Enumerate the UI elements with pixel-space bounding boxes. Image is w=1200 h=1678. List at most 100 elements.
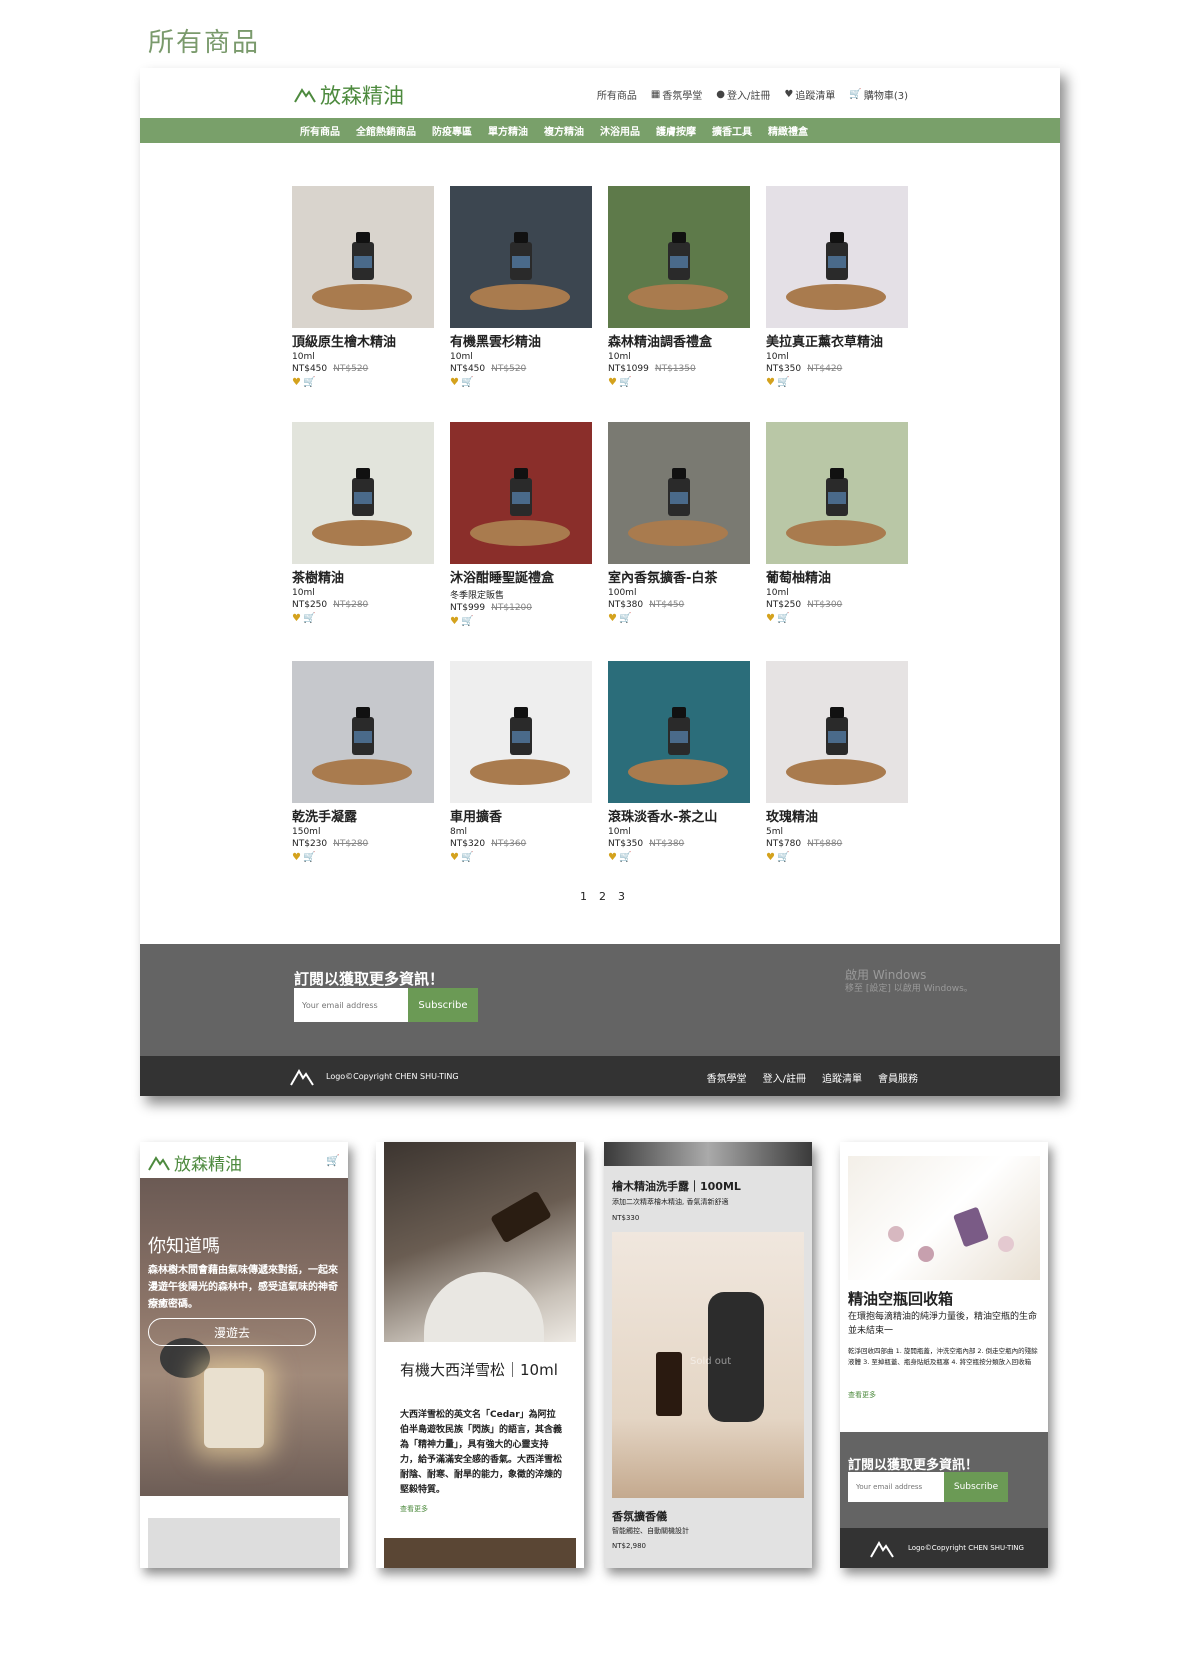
product-card[interactable]: 森林精油調香禮盒 10ml NT$1099 NT$1350 ♥ 🛒 <box>608 186 750 388</box>
top-link-cart[interactable]: 🛒 購物車(3) <box>849 87 908 102</box>
product-name[interactable]: 有機黑雲杉精油 <box>450 331 592 350</box>
category-item[interactable]: 護膚按摩 <box>656 123 696 138</box>
category-item[interactable]: 精緻禮盒 <box>768 123 808 138</box>
subscribe-button[interactable]: Subscribe <box>944 1472 1008 1502</box>
explore-button[interactable]: 漫遊去 <box>148 1318 316 1346</box>
product-name[interactable]: 室內香氛擴香-白茶 <box>608 567 750 586</box>
product-image[interactable] <box>608 661 750 803</box>
product-card[interactable]: 沐浴酣睡聖誕禮盒 冬季限定販售 NT$999 NT$1200 ♥ 🛒 <box>450 422 592 627</box>
page-link[interactable]: 2 <box>599 890 606 903</box>
email-input[interactable] <box>294 988 408 1022</box>
cart-icon[interactable]: 🛒 <box>303 613 315 624</box>
product-name[interactable]: 乾洗手凝露 <box>292 806 434 825</box>
product-price: NT$250 NT$300 <box>766 600 908 610</box>
product-image[interactable]: Sold out <box>612 1232 804 1498</box>
cart-icon[interactable]: 🛒 <box>619 613 631 624</box>
product-image[interactable] <box>766 422 908 564</box>
page-link[interactable]: 1 <box>580 890 587 903</box>
cart-icon[interactable]: 🛒 <box>777 377 789 388</box>
heart-icon[interactable]: ♥ <box>766 613 775 624</box>
product-image[interactable] <box>292 661 434 803</box>
cart-icon[interactable]: 🛒 <box>777 613 789 624</box>
product-price: NT$330 <box>612 1214 640 1222</box>
subscribe-title: 訂閱以獲取更多資訊！ <box>848 1458 979 1473</box>
product-image[interactable] <box>450 422 592 564</box>
heart-icon[interactable]: ♥ <box>766 377 775 388</box>
brand-logo[interactable]: 放森精油 <box>148 1150 242 1175</box>
heart-icon[interactable]: ♥ <box>766 852 775 863</box>
product-image[interactable] <box>450 186 592 328</box>
brand-logo[interactable]: 放森精油 <box>294 80 404 110</box>
category-item[interactable]: 複方精油 <box>544 123 584 138</box>
cart-icon[interactable]: 🛒 <box>461 852 473 863</box>
heart-icon[interactable]: ♥ <box>608 377 617 388</box>
read-more-link[interactable]: 查看更多 <box>848 1390 876 1400</box>
cart-icon[interactable]: 🛒 <box>303 852 315 863</box>
heart-icon[interactable]: ♥ <box>608 852 617 863</box>
product-card[interactable]: 頂級原生檜木精油 10ml NT$450 NT$520 ♥ 🛒 <box>292 186 434 388</box>
cart-icon[interactable]: 🛒 <box>619 377 631 388</box>
heart-icon[interactable]: ♥ <box>450 377 459 388</box>
product-name[interactable]: 車用擴香 <box>450 806 592 825</box>
heart-icon[interactable]: ♥ <box>292 852 301 863</box>
product-name[interactable]: 檜木精油洗手露｜100ML <box>612 1178 741 1194</box>
email-input[interactable] <box>848 1472 944 1502</box>
heart-icon[interactable]: ♥ <box>450 852 459 863</box>
product-name[interactable]: 沐浴酣睡聖誕禮盒 <box>450 567 592 586</box>
product-image[interactable] <box>766 186 908 328</box>
product-card[interactable]: 室內香氛擴香-白茶 100ml NT$380 NT$450 ♥ 🛒 <box>608 422 750 627</box>
top-link-wishlist[interactable]: ♥ 追蹤清單 <box>784 87 835 102</box>
top-link-academy[interactable]: ▦ 香氛學堂 <box>651 87 702 102</box>
category-item[interactable]: 擴香工具 <box>712 123 752 138</box>
product-card[interactable]: 車用擴香 8ml NT$320 NT$360 ♥ 🛒 <box>450 661 592 863</box>
product-card[interactable]: 有機黑雲杉精油 10ml NT$450 NT$520 ♥ 🛒 <box>450 186 592 388</box>
wood-stand-image <box>470 284 570 310</box>
footer-nav: 香氛學堂 登入/註冊 追蹤清單 會員服務 <box>707 1070 918 1085</box>
footer-link[interactable]: 香氛學堂 <box>707 1070 747 1085</box>
product-image[interactable] <box>766 661 908 803</box>
cart-icon[interactable]: 🛒 <box>326 1154 340 1167</box>
product-card[interactable]: 玫瑰精油 5ml NT$780 NT$880 ♥ 🛒 <box>766 661 908 863</box>
read-more-link[interactable]: 查看更多 <box>400 1504 428 1514</box>
product-image[interactable] <box>292 186 434 328</box>
product-image[interactable] <box>608 186 750 328</box>
product-image[interactable] <box>450 661 592 803</box>
product-name[interactable]: 葡萄柚精油 <box>766 567 908 586</box>
heart-icon[interactable]: ♥ <box>292 377 301 388</box>
page-link[interactable]: 3 <box>618 890 625 903</box>
product-card[interactable]: 茶樹精油 10ml NT$250 NT$280 ♥ 🛒 <box>292 422 434 627</box>
product-name[interactable]: 森林精油調香禮盒 <box>608 331 750 350</box>
top-link-login[interactable]: ● 登入/註冊 <box>716 87 770 102</box>
product-name[interactable]: 香氛擴香儀 <box>612 1508 667 1524</box>
product-card[interactable]: 乾洗手凝露 150ml NT$230 NT$280 ♥ 🛒 <box>292 661 434 863</box>
product-card[interactable]: 葡萄柚精油 10ml NT$250 NT$300 ♥ 🛒 <box>766 422 908 627</box>
heart-icon[interactable]: ♥ <box>450 616 459 627</box>
category-item[interactable]: 沐浴用品 <box>600 123 640 138</box>
footer-link[interactable]: 追蹤清單 <box>822 1070 862 1085</box>
footer-link[interactable]: 會員服務 <box>878 1070 918 1085</box>
product-card[interactable]: 美拉真正薰衣草精油 10ml NT$350 NT$420 ♥ 🛒 <box>766 186 908 388</box>
heart-icon[interactable]: ♥ <box>608 613 617 624</box>
top-link-all-products[interactable]: 所有商品 <box>597 87 637 102</box>
footer-link[interactable]: 登入/註冊 <box>763 1070 806 1085</box>
category-item[interactable]: 防疫專區 <box>432 123 472 138</box>
product-name[interactable]: 滾珠淡香水-茶之山 <box>608 806 750 825</box>
product-name[interactable]: 玫瑰精油 <box>766 806 908 825</box>
heart-icon[interactable]: ♥ <box>292 613 301 624</box>
cart-icon[interactable]: 🛒 <box>461 616 473 627</box>
cart-icon[interactable]: 🛒 <box>461 377 473 388</box>
category-item[interactable]: 所有商品 <box>300 123 340 138</box>
subscribe-button[interactable]: Subscribe <box>408 988 478 1022</box>
cart-icon[interactable]: 🛒 <box>619 852 631 863</box>
cart-icon[interactable]: 🛒 <box>303 377 315 388</box>
category-item[interactable]: 單方精油 <box>488 123 528 138</box>
product-image[interactable] <box>608 422 750 564</box>
product-name[interactable]: 茶樹精油 <box>292 567 434 586</box>
category-item[interactable]: 全館熱銷商品 <box>356 123 416 138</box>
cart-icon[interactable]: 🛒 <box>777 852 789 863</box>
product-image[interactable] <box>292 422 434 564</box>
product-card[interactable]: 滾珠淡香水-茶之山 10ml NT$350 NT$380 ♥ 🛒 <box>608 661 750 863</box>
product-name[interactable]: 頂級原生檜木精油 <box>292 331 434 350</box>
product-name[interactable]: 美拉真正薰衣草精油 <box>766 331 908 350</box>
bottle-image <box>510 707 532 755</box>
